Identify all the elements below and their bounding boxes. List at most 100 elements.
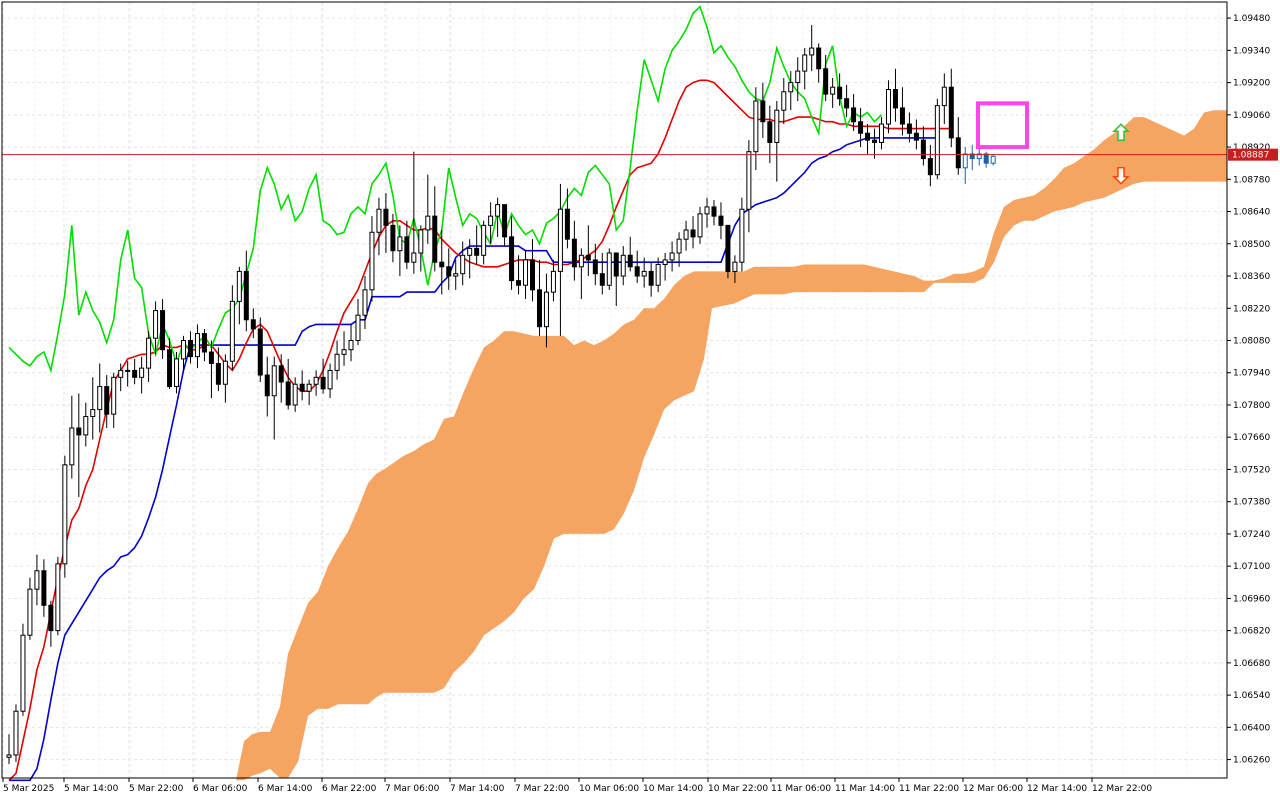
ichimoku-chart[interactable]: 1.094801.093401.092001.090601.089201.087…	[0, 0, 1280, 800]
candle-bull-body	[481, 224, 487, 256]
y-tick-label: 1.08500	[1233, 240, 1270, 250]
x-tick-label: 10 Mar 14:00	[643, 784, 703, 794]
candle-bull-body	[13, 710, 19, 756]
candle-bull-body	[620, 254, 626, 277]
x-tick-label: 6 Mar 06:00	[193, 784, 248, 794]
candle-bull-body	[111, 376, 117, 415]
candle-bull-body	[704, 206, 710, 215]
candle-bull-body	[557, 208, 563, 272]
candle-bear-body	[208, 351, 214, 365]
candle-bull-body	[802, 54, 808, 72]
x-tick-label: 10 Mar 06:00	[579, 784, 639, 794]
x-tick-label: 12 Mar 06:00	[963, 784, 1023, 794]
candle-bull-body	[962, 153, 968, 169]
candle-bull-body	[830, 86, 836, 95]
candle-bear-body	[516, 280, 522, 286]
x-tick-label: 7 Mar 06:00	[385, 784, 440, 794]
candle-bear-body	[243, 270, 249, 321]
y-tick-label: 1.07240	[1233, 530, 1270, 540]
y-tick-label: 1.07380	[1233, 498, 1270, 508]
candle-bear-body	[390, 224, 396, 252]
candle-bull-body	[355, 314, 361, 341]
candle-bull-body	[125, 369, 131, 372]
candle-bear-body	[439, 261, 445, 268]
x-tick-label: 5 Mar 14:00	[64, 784, 119, 794]
candle-bull-body	[55, 563, 61, 632]
candle-bull-body	[746, 151, 752, 210]
candle-bear-body	[474, 247, 480, 256]
candle-bear-body	[627, 254, 633, 268]
candle-bull-body	[788, 82, 794, 93]
candle-bear-body	[432, 215, 438, 263]
y-tick-label: 1.08080	[1233, 336, 1270, 346]
candle-bull-body	[460, 254, 466, 275]
candle-bear-body	[760, 100, 766, 123]
candle-bear-body	[913, 132, 919, 141]
candle-bull-body	[488, 215, 494, 226]
candle-bull-body	[669, 252, 675, 261]
y-tick-label: 1.06960	[1233, 594, 1270, 604]
candle-bull-body	[655, 264, 661, 286]
candle-bull-body	[62, 464, 68, 565]
candle-bear-body	[851, 107, 857, 123]
candle-bear-body	[865, 132, 871, 141]
y-tick-label: 1.06680	[1233, 659, 1270, 669]
candle-bear-body	[955, 137, 961, 169]
candle-bull-body	[229, 300, 235, 362]
candle-bear-body	[564, 208, 570, 240]
y-tick-label: 1.08780	[1233, 175, 1270, 185]
candle-bull-body	[453, 273, 459, 277]
candle-bear-body	[767, 121, 773, 143]
y-tick-label: 1.09200	[1233, 79, 1270, 89]
candle-bull-body	[83, 415, 89, 436]
candle-bull-body	[739, 208, 745, 263]
candle-bull-body	[941, 86, 947, 107]
candle-bull-body	[879, 123, 884, 143]
candle-bear-body	[383, 208, 389, 226]
x-tick-label: 7 Mar 22:00	[515, 784, 570, 794]
candle-bull-body	[774, 109, 780, 143]
candle-bull-body	[313, 376, 319, 385]
candle-bear-body	[613, 252, 619, 277]
candle-bull-body	[495, 204, 501, 217]
candle-bear-body	[718, 215, 724, 226]
candle-bull-body	[362, 289, 368, 316]
candle-bear-body	[585, 254, 591, 261]
y-tick-label: 1.06540	[1233, 691, 1270, 701]
candle-bear-body	[634, 266, 640, 277]
candle-bull-body	[543, 291, 549, 328]
candle-bear-body	[648, 270, 654, 286]
candle-bear-body	[899, 107, 905, 125]
candle-bear-body	[160, 310, 166, 351]
candle-bear-body	[816, 47, 822, 70]
candle-bear-body	[278, 365, 284, 383]
candle-bull-body	[194, 333, 200, 358]
candle-bull-body	[236, 270, 242, 302]
candle-bull-body	[885, 89, 891, 125]
candle-bull-body	[97, 386, 103, 411]
candle-bear-body	[920, 139, 926, 160]
candle-bear-body	[711, 206, 717, 217]
candle-bear-body	[250, 319, 256, 330]
x-tick-label: 12 Mar 22:00	[1092, 784, 1152, 794]
candle-bear-body	[257, 328, 263, 376]
x-tick-label: 11 Mar 22:00	[899, 784, 959, 794]
candle-bull-body	[781, 91, 787, 111]
candle-bear-body	[872, 139, 878, 143]
candle-bull-body	[376, 208, 382, 233]
candle-bear-body	[927, 158, 933, 176]
candle-bear-body	[858, 121, 864, 134]
candle-bear-body	[167, 349, 173, 388]
candle-bear-body	[502, 204, 508, 238]
candle-bear-body	[285, 381, 291, 406]
y-tick-label: 1.06820	[1233, 627, 1270, 637]
candle-bull-body	[641, 270, 647, 277]
candle-bull-body	[118, 369, 124, 378]
y-tick-label: 1.08640	[1233, 208, 1270, 218]
candle-bull-body	[292, 383, 298, 406]
candle-bull-body	[523, 259, 529, 286]
candle-bear-body	[187, 339, 193, 358]
candle-bull-body	[683, 229, 689, 240]
candle-bear-body	[690, 229, 696, 238]
candle-bull-body	[34, 570, 40, 590]
